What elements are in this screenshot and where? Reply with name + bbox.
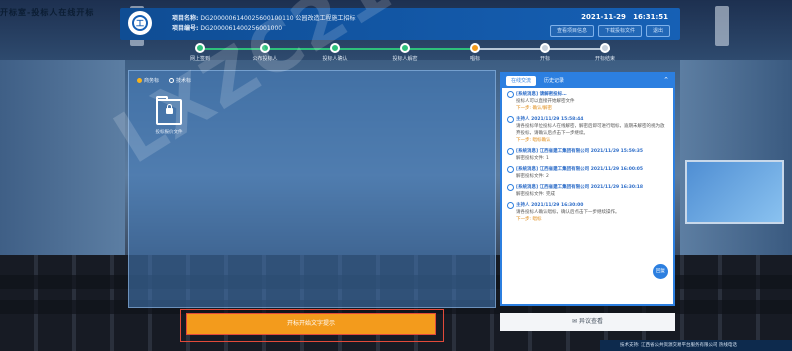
project-code-label: 项目编号: [172, 25, 199, 32]
datetime: 2021-11-29 16:31:51 [581, 13, 668, 21]
avatar-icon [507, 91, 514, 98]
header-buttons: 查看项目信息 下载投标文件 退出 [549, 25, 670, 37]
exit-button[interactable]: 退出 [645, 25, 670, 37]
step-7: 开标结束 [575, 42, 635, 62]
objection-view-button[interactable]: ✉ 异议查看 [500, 313, 675, 331]
project-name-label: 项目名称: [172, 15, 199, 22]
chat-message: [系统消息] 江西省建工集团有限公司 2021/11/29 16:30:18 解… [507, 184, 668, 198]
emblem-icon: 工 [132, 15, 148, 31]
chat-message: 主持人 2021/11/29 16:30:00 请各投标人确认唱标，确认后点击下… [507, 202, 668, 223]
tab-history[interactable]: 历史记录 [539, 76, 569, 86]
download-bid-button[interactable]: 下载投标文件 [597, 25, 642, 37]
step-todo-icon [600, 43, 610, 53]
chat-message: 主持人 2021/11/29 15:58:44 请各投标单位投标人在线解密，解密… [507, 116, 668, 144]
tab-online-chat[interactable]: 在线交流 [506, 76, 537, 86]
step-current-icon [470, 43, 480, 53]
hall-wall-left [0, 60, 125, 280]
radio-selected-icon [137, 78, 142, 83]
avatar-icon [507, 148, 514, 155]
step-label: 开标结束 [594, 56, 615, 62]
chat-message: [系统消息] 请解密投标… 投标人可以直接开始解密文件 下一步: 确认/解密 [507, 91, 668, 112]
chat-messages[interactable]: [系统消息] 请解密投标… 投标人可以直接开始解密文件 下一步: 确认/解密 主… [502, 88, 673, 310]
chat-header: 在线交流 历史记录 ⌃ [502, 74, 673, 88]
step-4: 投标人解密 [375, 42, 435, 62]
hall-screen [685, 160, 784, 224]
avatar-icon [507, 166, 514, 173]
step-label: 开标 [539, 56, 550, 62]
reply-button[interactable]: 回复 [652, 263, 669, 280]
step-todo-icon [540, 43, 550, 53]
footer: 技术支持: 江西省公共资源交易平台服务有限公司 热线电话 [600, 340, 792, 351]
avatar-icon [507, 116, 514, 123]
page-title: 开标室-投标人在线开标 [0, 8, 95, 17]
chat-message: [系统消息] 江西省建工集团有限公司 2021/11/29 15:59:35 解… [507, 148, 668, 162]
ceiling-lamp [715, 6, 729, 46]
step-6: 开标 [515, 42, 575, 62]
date: 2021-11-29 [581, 13, 626, 21]
logo: 工 [128, 11, 152, 35]
avatar-icon [507, 184, 514, 191]
avatar-icon [507, 202, 514, 209]
time: 16:31:51 [633, 13, 668, 21]
collapse-icon[interactable]: ⌃ [663, 76, 669, 84]
chat-panel: 在线交流 历史记录 ⌃ [系统消息] 请解密投标… 投标人可以直接开始解密文件 … [500, 72, 675, 306]
step-done-icon [400, 43, 410, 53]
start-opening-button[interactable]: 开标开始文字提示 [186, 313, 436, 335]
step-5: 唱标 [445, 42, 505, 62]
step-label: 投标人解密 [392, 56, 418, 62]
chat-message: [系统消息] 江西省建工集团有限公司 2021/11/29 16:00:05 解… [507, 166, 668, 180]
step-label: 唱标 [469, 56, 480, 62]
chat-bubble-icon: ✉ [572, 318, 578, 325]
view-project-button[interactable]: 查看项目信息 [549, 25, 594, 37]
objection-label: 异议查看 [578, 318, 603, 325]
